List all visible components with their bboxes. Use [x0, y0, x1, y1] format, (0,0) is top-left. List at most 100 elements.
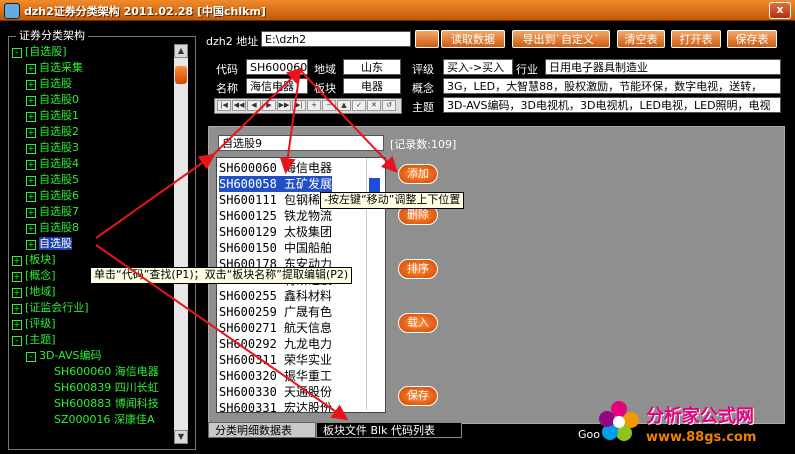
tree-node[interactable]: + 自选股 — [26, 236, 72, 251]
list-item[interactable]: SH600111 包钢稀土 — [219, 192, 332, 208]
tree-node[interactable]: + 自选股0 — [26, 92, 79, 107]
tab-blk[interactable]: 板块文件 Blk 代码列表 — [316, 422, 462, 438]
tab-detail[interactable]: 分类明细数据表 — [208, 422, 316, 438]
nav-button-icon[interactable]: − — [322, 100, 336, 111]
list-item[interactable]: SH600331 宏达股份 — [219, 400, 332, 412]
watermark-url: www.88gs.com — [646, 430, 757, 445]
close-button[interactable]: x — [769, 2, 791, 19]
nav-button-icon[interactable]: ◀◀ — [232, 100, 246, 111]
list-item[interactable]: SH600255 鑫科材料 — [219, 288, 332, 304]
industry-field[interactable]: 日用电子器具制造业 — [545, 59, 781, 75]
tree-node[interactable]: + 自选股2 — [26, 124, 79, 139]
collapse-icon[interactable]: - — [12, 336, 22, 346]
nav-button-icon[interactable]: ↺ — [382, 100, 396, 111]
nav-button-icon[interactable]: |◀ — [217, 100, 231, 111]
nav-button-icon[interactable]: ▶ — [262, 100, 276, 111]
expand-icon[interactable]: + — [26, 240, 36, 250]
expand-icon[interactable]: + — [26, 128, 36, 138]
expand-icon[interactable]: + — [12, 256, 22, 266]
tree-node[interactable]: - [自选股] — [12, 44, 67, 59]
expand-icon[interactable]: + — [26, 224, 36, 234]
rating-field[interactable]: 买入->买入 — [443, 59, 513, 75]
expand-icon[interactable]: + — [26, 112, 36, 122]
expand-icon[interactable]: + — [26, 192, 36, 202]
tree-node[interactable]: SH600883 博闻科技 — [54, 396, 159, 411]
addr-input[interactable]: E:\dzh2 — [261, 31, 411, 47]
list-item[interactable]: SH600271 航天信息 — [219, 320, 332, 336]
nav-button-icon[interactable]: ▲ — [337, 100, 351, 111]
list-item[interactable]: SH600330 天通股份 — [219, 384, 332, 400]
sort-button[interactable]: 排序 — [398, 259, 438, 279]
expand-icon[interactable]: + — [12, 320, 22, 330]
read-data-button[interactable]: 读取数据 — [441, 30, 505, 48]
open-table-button[interactable]: 打开表 — [671, 30, 721, 48]
tree-node[interactable]: -3D-AVS编码 — [26, 348, 102, 363]
list-name-field[interactable]: 自选股9 — [218, 135, 384, 151]
tree-node[interactable]: + [概念] — [12, 268, 56, 283]
concept-field[interactable]: 3G，LED，大智慧88，股权激励，节能环保，数字电视，送转， — [443, 78, 781, 94]
expand-icon[interactable]: + — [26, 144, 36, 154]
tree-node[interactable]: + 自选股6 — [26, 188, 79, 203]
sector-field[interactable]: 电器 — [343, 78, 401, 94]
tree-node-label: 自选股6 — [39, 189, 79, 202]
save-table-button[interactable]: 保存表 — [727, 30, 777, 48]
tree-node[interactable]: + [地域] — [12, 284, 56, 299]
export-button[interactable]: 导出到`自定义` — [512, 30, 610, 48]
nav-button-icon[interactable]: ▶| — [292, 100, 306, 111]
region-field[interactable]: 山东 — [343, 59, 401, 75]
list-item[interactable]: SH600320 振华重工 — [219, 368, 332, 384]
save-button[interactable]: 保存 — [398, 386, 438, 406]
list-item[interactable]: SH600058 五矿发展 — [219, 176, 333, 192]
tree-node[interactable]: + 自选股3 — [26, 140, 79, 155]
name-field[interactable]: 海信电器 — [246, 78, 308, 94]
tree-node[interactable]: + 自选采集 — [26, 60, 83, 75]
expand-icon[interactable]: + — [12, 288, 22, 298]
tree-node[interactable]: + [板块] — [12, 252, 56, 267]
list-item[interactable]: SH600129 太极集团 — [219, 224, 332, 240]
clear-table-button[interactable]: 清空表 — [617, 30, 665, 48]
scroll-down-icon[interactable]: ▼ — [174, 430, 188, 444]
tree-node[interactable]: + 自选股8 — [26, 220, 79, 235]
expand-icon[interactable]: + — [26, 176, 36, 186]
tree-node[interactable]: + 自选股7 — [26, 204, 79, 219]
tree-node[interactable]: SZ000016 深康佳A — [54, 412, 155, 427]
code-field[interactable]: SH600060 — [246, 59, 308, 75]
collapse-icon[interactable]: - — [26, 352, 36, 362]
scroll-up-icon[interactable]: ▲ — [174, 44, 188, 58]
collapse-icon[interactable]: - — [12, 48, 22, 58]
list-item[interactable]: SH600150 中国船舶 — [219, 240, 332, 256]
tree-scrollbar[interactable]: ▲ ▼ — [174, 44, 188, 444]
list-item[interactable]: SH600259 广晟有色 — [219, 304, 332, 320]
browse-button[interactable] — [415, 30, 439, 48]
tree-node[interactable]: + 自选股 — [26, 76, 72, 91]
expand-icon[interactable]: + — [26, 80, 36, 90]
nav-button-icon[interactable]: ✓ — [352, 100, 366, 111]
nav-button-icon[interactable]: ◀ — [247, 100, 261, 111]
expand-icon[interactable]: + — [26, 160, 36, 170]
nav-button-icon[interactable]: + — [307, 100, 321, 111]
expand-icon[interactable]: + — [26, 208, 36, 218]
tree-node[interactable]: + [评级] — [12, 316, 56, 331]
nav-button-icon[interactable]: ✕ — [367, 100, 381, 111]
expand-icon[interactable]: + — [26, 96, 36, 106]
load-button[interactable]: 载入 — [398, 313, 438, 333]
add-button[interactable]: 添加 — [398, 164, 438, 184]
expand-icon[interactable]: + — [12, 304, 22, 314]
list-item[interactable]: SH600060 海信电器 — [219, 160, 332, 176]
nav-button-icon[interactable]: ▶▶ — [277, 100, 291, 111]
tree-node[interactable]: + [证监会行业] — [12, 300, 89, 315]
list-item[interactable]: SH600311 荣华实业 — [219, 352, 332, 368]
category-tree[interactable]: - [自选股] + 自选采集 + 自选股 + 自选股0 + 自选股1 + 自选股2 + 自选股3 + 自选股4… — [12, 44, 172, 444]
list-item[interactable]: SH600125 铁龙物流 — [219, 208, 332, 224]
tree-node[interactable]: - [主题] — [12, 332, 56, 347]
tree-node[interactable]: + 自选股1 — [26, 108, 79, 123]
tree-node[interactable]: SH600839 四川长虹 — [54, 380, 159, 395]
tree-node[interactable]: + 自选股5 — [26, 172, 79, 187]
expand-icon[interactable]: + — [12, 272, 22, 282]
list-item[interactable]: SH600292 九龙电力 — [219, 336, 332, 352]
expand-icon[interactable]: + — [26, 64, 36, 74]
scroll-thumb[interactable] — [175, 66, 187, 84]
tree-node[interactable]: + 自选股4 — [26, 156, 79, 171]
theme-field[interactable]: 3D-AVS编码，3D电视机，3D电视机，LED电视，LED照明，电视 — [443, 97, 781, 113]
tree-node[interactable]: SH600060 海信电器 — [54, 364, 159, 379]
